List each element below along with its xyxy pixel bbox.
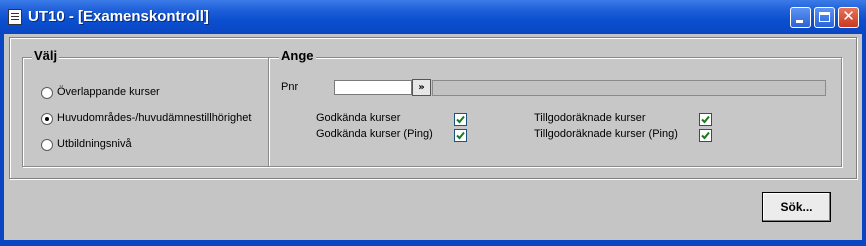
check-label-tillgodoraknade-ping: Tillgodoräknade kurser (Ping) <box>534 128 678 140</box>
checkbox-tillgodoraknade[interactable] <box>699 113 712 126</box>
checkbox-godkanda[interactable] <box>454 113 467 126</box>
search-button[interactable]: Sök... <box>762 192 831 222</box>
title-bar[interactable]: UT10 - [Examenskontroll] ✕ <box>0 0 866 34</box>
checkbox-godkanda-ping[interactable] <box>454 129 467 142</box>
radio-huvudomrade[interactable] <box>41 113 53 125</box>
ange-legend: Ange <box>279 48 316 63</box>
valj-legend: Välj <box>32 48 60 63</box>
minimize-icon <box>796 20 803 23</box>
pnr-label: Pnr <box>281 81 299 93</box>
minimize-button[interactable] <box>790 7 811 28</box>
document-icon[interactable] <box>8 9 22 25</box>
check-label-tillgodoraknade: Tillgodoräknade kurser <box>534 112 646 124</box>
radio-label-utbildningsniva[interactable]: Utbildningsnivå <box>57 138 132 150</box>
check-label-godkanda-ping: Godkända kurser (Ping) <box>316 128 433 140</box>
radio-utbildningsniva[interactable] <box>41 139 53 151</box>
pnr-lookup-button[interactable]: » <box>412 79 431 96</box>
pnr-input[interactable] <box>334 80 412 95</box>
radio-overlappande[interactable] <box>41 87 53 99</box>
pnr-result-field <box>432 80 826 96</box>
window-bottom-border <box>0 240 866 246</box>
radio-label-overlappande[interactable]: Överlappande kurser <box>57 86 160 98</box>
close-button[interactable]: ✕ <box>838 7 859 28</box>
maximize-icon <box>819 12 830 22</box>
window-title: UT10 - [Examenskontroll] <box>28 8 209 25</box>
maximize-button[interactable] <box>814 7 835 28</box>
radio-label-huvudomrade[interactable]: Huvudområdes-/huvudämnestillhörighet <box>57 112 251 124</box>
close-icon: ✕ <box>842 7 855 25</box>
checkbox-tillgodoraknade-ping[interactable] <box>699 129 712 142</box>
check-label-godkanda: Godkända kurser <box>316 112 401 124</box>
